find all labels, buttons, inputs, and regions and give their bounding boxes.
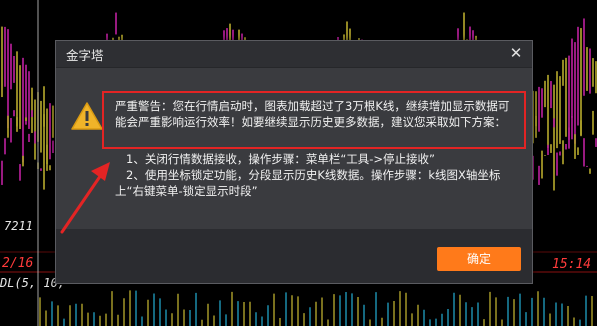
solution-step-1: 1、关闭行情数据接收，操作步骤：菜单栏“工具->停止接收” [126, 152, 436, 166]
warning-icon [71, 102, 103, 130]
price-label: 7211 [4, 219, 33, 233]
close-icon[interactable]: ✕ [506, 43, 526, 63]
time-label: 15:14 [552, 257, 592, 272]
dialog-titlebar[interactable]: 金字塔 ✕ [56, 41, 532, 68]
dialog-title: 金字塔 [66, 48, 104, 63]
warning-dialog: 金字塔 ✕ 严重警告：您在行情启动时，图表加载超过了3万根K线，继续增加显示数据… [55, 40, 533, 284]
date-label: 2/16 [2, 256, 34, 271]
warning-message: 严重警告：您在行情启动时，图表加载超过了3万根K线，继续增加显示数据可能会严重影… [115, 99, 510, 129]
solution-step-2: 2、使用坐标锁定功能，分段显示历史K线数据。操作步骤：k线图X轴坐标上“右键菜单… [115, 168, 501, 198]
ok-button[interactable]: 确定 [437, 247, 521, 271]
